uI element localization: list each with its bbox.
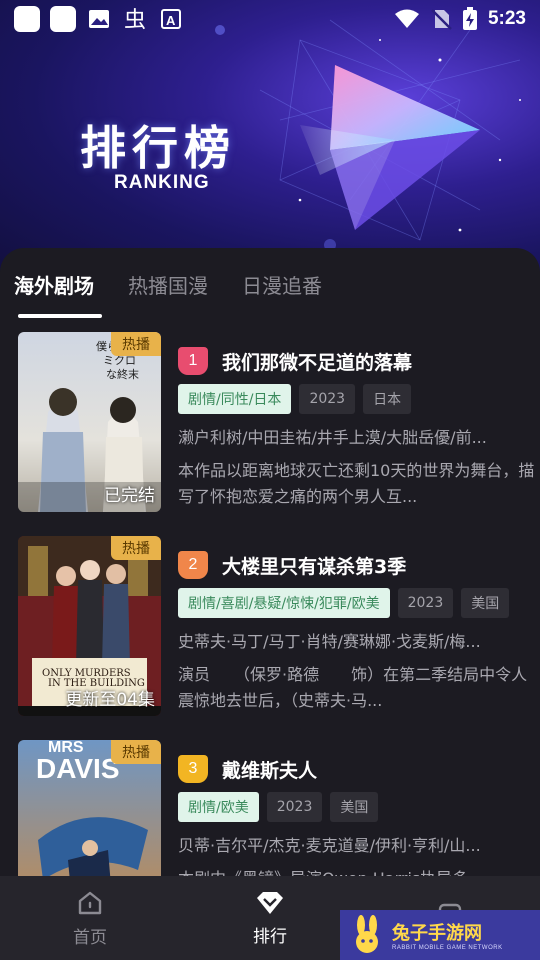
active-tab-indicator: [18, 314, 102, 318]
cast-list: 史蒂夫·马丁/马丁·肖特/赛琳娜·戈麦斯/梅...: [178, 632, 481, 651]
synopsis: 本作品以距离地球灭亡还剩10天的世界为舞台，描写了怀抱恋爱之痛的两个男人互...: [178, 461, 535, 506]
nav-ranking[interactable]: 排行: [180, 876, 360, 960]
wifi-icon: [394, 9, 419, 28]
nav-home-label: 首页: [73, 927, 107, 948]
rank-badge: 1: [178, 347, 208, 375]
episode-status: 更新至04集: [65, 690, 155, 710]
nav-home[interactable]: 首页: [0, 876, 180, 960]
year-tag: 2023: [266, 792, 323, 822]
battery-charging-icon: [462, 7, 477, 30]
synopsis: 演员 （保罗·路德 饰）在第二季结局中令人震惊地去世后，（史蒂夫·马...: [178, 665, 528, 710]
app-notification-icon: [50, 6, 76, 32]
poster-image[interactable]: 僕らのミクロな終末 热播 已完结: [18, 332, 161, 512]
show-title[interactable]: 大楼里只有谋杀第3季: [222, 552, 406, 579]
hot-badge: 热播: [111, 332, 161, 356]
rabbit-logo-icon: [356, 915, 378, 953]
category-tabs: 海外剧场 热播国漫 日漫追番: [14, 270, 322, 299]
ranking-diamond-icon: [257, 891, 283, 914]
page-subtitle: RANKING: [114, 172, 210, 193]
svg-text:A: A: [166, 13, 176, 28]
tab-overseas-drama[interactable]: 海外剧场: [14, 270, 94, 299]
rank-badge: 2: [178, 551, 208, 579]
hero-banner: 虫 A 5:23 排行榜 RANKING: [0, 0, 540, 280]
genre-tag: 剧情/欧美: [178, 792, 259, 822]
region-tag: 美国: [330, 792, 379, 822]
year-tag: 2023: [397, 588, 454, 618]
rank-badge: 3: [178, 755, 208, 783]
ranking-item[interactable]: 僕らのミクロな終末 热播 已完结 1 我们那微不足道的落幕 剧情/同性/日本 2…: [18, 332, 540, 512]
region-tag: 美国: [461, 588, 510, 618]
home-icon: [78, 891, 102, 914]
svg-text:な終末: な終末: [106, 367, 139, 381]
site-watermark: 兔子手游网 RABBIT MOBILE GAME NETWORK: [340, 910, 540, 960]
genre-tag: 剧情/同性/日本: [178, 384, 292, 414]
watermark-subtitle: RABBIT MOBILE GAME NETWORK: [392, 945, 503, 951]
show-title[interactable]: 戴维斯夫人: [222, 756, 317, 783]
no-sim-icon: [431, 9, 452, 30]
clock: 5:23: [487, 8, 526, 29]
text-a-icon: A: [158, 6, 184, 32]
watermark-title: 兔子手游网: [392, 923, 482, 944]
app-logo-icon: 虫: [122, 6, 148, 32]
poster-image[interactable]: ONLY MURDERS IN THE BUILDING 热播 更新至04集: [18, 536, 161, 716]
svg-text:DAVIS: DAVIS: [36, 753, 120, 784]
tab-japanese-anime[interactable]: 日漫追番: [242, 270, 322, 299]
ranking-item[interactable]: ONLY MURDERS IN THE BUILDING 热播 更新至04集 2 …: [18, 536, 540, 716]
region-tag: 日本: [363, 384, 412, 414]
show-title[interactable]: 我们那微不足道的落幕: [222, 348, 412, 375]
genre-tag: 剧情/喜剧/悬疑/惊悚/犯罪/欧美: [178, 588, 390, 618]
status-bar: 虫 A 5:23: [0, 0, 540, 38]
tab-hot-chinese-anime[interactable]: 热播国漫: [128, 270, 208, 299]
hot-badge: 热播: [111, 740, 161, 764]
cast-list: 濑户利树/中田圭祐/井手上漠/大朏岳優/前...: [178, 428, 487, 447]
page-title: 排行榜: [80, 121, 236, 175]
ranking-panel: 海外剧场 热播国漫 日漫追番 僕らのミクロな終末 热播 已完结 1: [0, 248, 540, 960]
svg-text:虫: 虫: [124, 8, 146, 32]
episode-status: 已完结: [104, 486, 155, 506]
nav-ranking-label: 排行: [253, 926, 287, 947]
cast-list: 贝蒂·吉尔平/杰克·麦克道曼/伊利·亨利/山...: [178, 836, 481, 855]
gallery-icon: [86, 6, 112, 32]
year-tag: 2023: [299, 384, 356, 414]
app-notification-icon: [14, 6, 40, 32]
hot-badge: 热播: [111, 536, 161, 560]
